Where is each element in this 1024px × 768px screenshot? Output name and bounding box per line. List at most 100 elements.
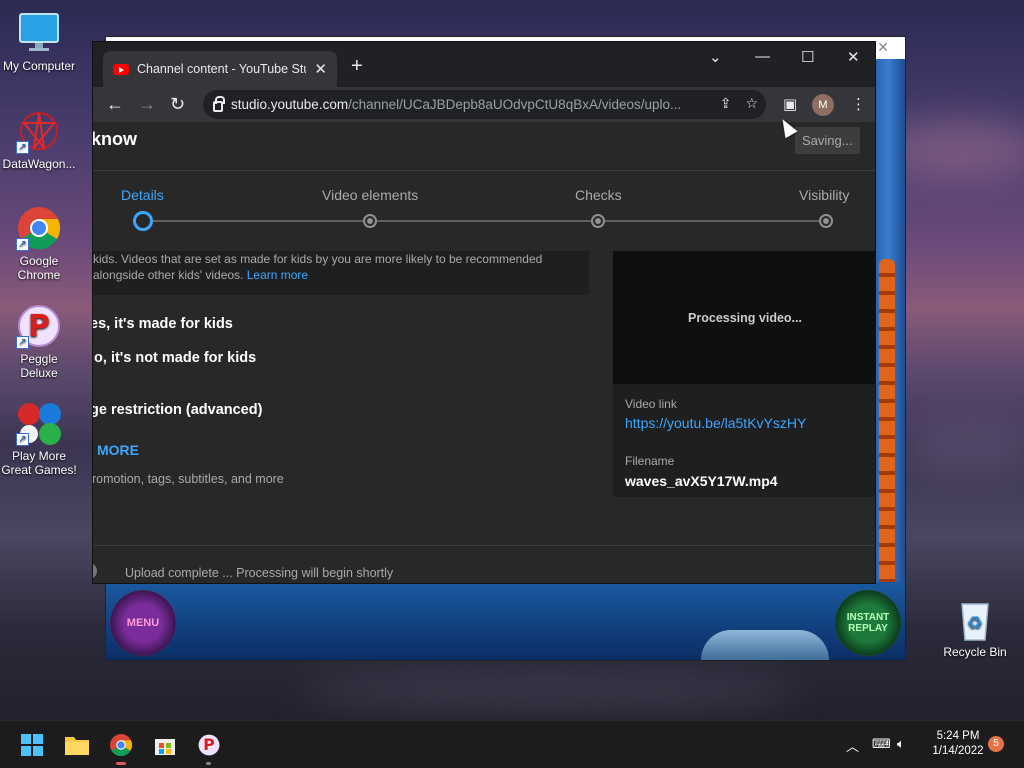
svg-text:P: P — [28, 309, 50, 344]
shortcut-arrow-icon: ↗ — [16, 141, 29, 154]
windows-icon — [21, 734, 43, 756]
svg-text:♻: ♻ — [967, 613, 983, 634]
url-path: /channel/UCaJBDepb8aUOdvpCtU8qBxA/videos… — [348, 97, 682, 112]
side-panel-icon[interactable]: ▣ — [783, 95, 797, 113]
reload-icon[interactable]: ↻ — [170, 94, 185, 115]
step-details[interactable]: Details — [121, 187, 164, 203]
star-icon[interactable]: ☆ — [745, 95, 758, 112]
network-icon[interactable]: ⌨ — [872, 736, 891, 752]
url-host: studio.youtube.com — [231, 97, 349, 112]
video-preview: Processing video... — [613, 251, 875, 384]
peggle-icon: P — [198, 734, 220, 756]
chrome-icon — [110, 734, 132, 757]
shortcut-arrow-icon: ↗ — [16, 336, 29, 349]
share-icon[interactable]: ⇪ — [720, 95, 732, 112]
running-indicator — [206, 762, 211, 765]
tab-title: Channel content - YouTube Studio — [137, 62, 306, 76]
omnibox-actions: ⇪ ☆ — [720, 95, 758, 112]
taskbar: P ︿ ⌨ 🔈︎ 5:24 PM 1/14/2022 5 — [0, 720, 1024, 768]
instant-replay-button[interactable]: INSTANT REPLAY — [835, 590, 901, 656]
stepper-line — [143, 220, 829, 222]
desktop-icon-label: My Computer — [2, 59, 76, 73]
step-dot-checks[interactable] — [591, 214, 605, 228]
more-menu-icon[interactable]: ⋮ — [851, 95, 866, 113]
close-icon[interactable]: ✕ — [314, 60, 327, 78]
folder-icon — [65, 737, 89, 755]
divider — [93, 545, 875, 546]
games-icon: ↗ — [16, 400, 62, 446]
lock-icon[interactable] — [213, 96, 225, 112]
kids-info-body: kids. Videos that are set as made for ki… — [93, 252, 543, 282]
step-dot-visibility[interactable] — [819, 214, 833, 228]
show-more-description: romotion, tags, subtitles, and more — [92, 472, 284, 486]
desktop-icon-label: Play More Great Games! — [1, 449, 77, 477]
filename-value: waves_avX5Y17W.mp4 — [625, 473, 778, 489]
check-icon: ✓ — [93, 563, 97, 579]
start-button[interactable] — [18, 731, 46, 759]
filename-label: Filename — [625, 454, 675, 468]
close-icon[interactable]: ✕ — [877, 39, 889, 56]
show-more-button[interactable]: MORE — [97, 442, 139, 458]
upload-status: Upload complete ... Processing will begi… — [125, 566, 394, 580]
taskbar-clock[interactable]: 5:24 PM 1/14/2022 — [922, 729, 994, 759]
step-video-elements[interactable]: Video elements — [322, 187, 418, 203]
video-info-panel: Processing video... Video link https://y… — [613, 251, 875, 497]
chrome-window[interactable]: Channel content - YouTube Studio ✕ + ⌄ —… — [92, 41, 876, 584]
age-restriction-toggle[interactable]: ge restriction (advanced) — [93, 402, 262, 418]
step-checks[interactable]: Checks — [575, 187, 622, 203]
datawagon-icon: ↗ — [16, 108, 62, 154]
desktop-icon-label: Google Chrome — [17, 254, 61, 282]
profile-avatar[interactable]: M — [812, 94, 834, 116]
back-arrow-icon[interactable]: ← — [106, 94, 124, 115]
desktop-icon-datawagon[interactable]: ↗ DataWagon... — [0, 108, 78, 171]
dialog-title: know — [92, 129, 138, 149]
desktop-icon-play-more-games[interactable]: ↗ Play More Great Games! — [0, 400, 78, 477]
browser-toolbar: ← → ↻ studio.youtube.com/channel/UCaJBDe… — [93, 87, 875, 122]
maximize-button[interactable]: ☐ — [801, 48, 814, 66]
kids-info-text: kids. Videos that are set as made for ki… — [93, 251, 563, 283]
new-tab-button[interactable]: + — [351, 55, 363, 78]
minimize-button[interactable]: — — [755, 48, 770, 65]
game-menu-button[interactable]: MENU — [110, 590, 176, 656]
chrome-taskbar-button[interactable] — [107, 731, 135, 765]
kids-info-box: kids. Videos that are set as made for ki… — [93, 251, 589, 295]
video-link-label: Video link — [625, 397, 677, 411]
step-dot-details[interactable] — [133, 211, 153, 231]
made-for-kids-no-option[interactable]: lo, it's not made for kids — [93, 350, 256, 366]
notification-badge[interactable]: 5 — [988, 736, 1004, 752]
file-explorer-button[interactable] — [63, 731, 91, 759]
step-visibility[interactable]: Visibility — [799, 187, 849, 203]
desktop-icon-label: Recycle Bin — [943, 645, 1007, 659]
upload-stepper: Details Video elements Checks Visibility — [93, 171, 875, 251]
game-side-panel — [871, 59, 905, 659]
chevron-down-icon[interactable]: ⌄ — [709, 48, 722, 66]
forward-arrow-icon[interactable]: → — [138, 94, 156, 115]
volume-icon[interactable]: 🔈︎ — [897, 736, 905, 752]
chevron-up-icon[interactable]: ︿ — [846, 736, 859, 755]
saving-button[interactable]: Saving... — [795, 127, 860, 154]
address-bar[interactable]: studio.youtube.com/channel/UCaJBDepb8aUO… — [203, 90, 766, 119]
monitor-icon — [16, 10, 62, 56]
clock-date: 1/14/2022 — [932, 745, 984, 757]
recycle-bin-icon: ♻ — [952, 596, 998, 642]
made-for-kids-yes-option[interactable]: es, it's made for kids — [93, 316, 233, 332]
step-dot-video-elements[interactable] — [363, 214, 377, 228]
peggle-taskbar-button[interactable]: P — [195, 731, 223, 765]
learn-more-link[interactable]: Learn more — [247, 268, 308, 282]
upload-dialog: know Saving... Details Video elements Ch… — [92, 122, 875, 583]
sky-cloud — [900, 420, 1024, 470]
game-bucket — [701, 630, 829, 660]
desktop-icon-peggle-deluxe[interactable]: P ↗ Peggle Deluxe — [0, 303, 78, 380]
shortcut-arrow-icon: ↗ — [16, 433, 29, 446]
tab-youtube-studio[interactable]: Channel content - YouTube Studio ✕ — [103, 51, 337, 87]
game-bottom-bar: MENU INSTANT REPLAY — [106, 582, 905, 660]
youtube-icon — [113, 63, 129, 75]
window-close-button[interactable]: ✕ — [847, 48, 860, 66]
video-link[interactable]: https://youtu.be/la5tKvYszHY — [625, 415, 806, 431]
desktop-icon-recycle-bin[interactable]: ♻ Recycle Bin — [936, 596, 1014, 659]
desktop-icon-google-chrome[interactable]: ↗ Google Chrome — [0, 205, 78, 282]
chrome-icon: ↗ — [16, 205, 62, 251]
desktop-icon-my-computer[interactable]: My Computer — [0, 10, 78, 73]
store-button[interactable] — [151, 731, 179, 759]
clock-time: 5:24 PM — [936, 730, 980, 742]
